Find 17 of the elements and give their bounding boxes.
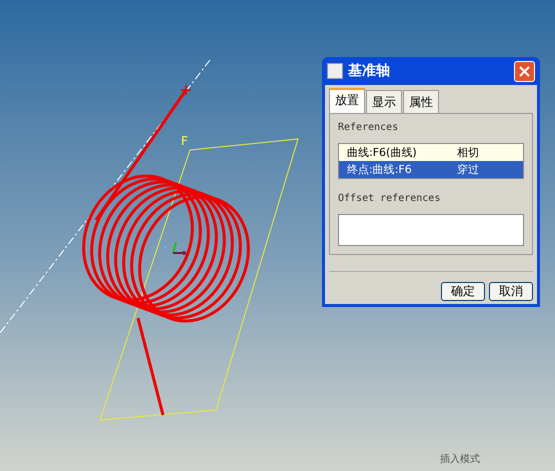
offset-list[interactable] <box>338 214 524 246</box>
close-icon <box>519 66 530 76</box>
status-text: 插入模式 <box>440 452 480 466</box>
list-row[interactable]: 终点:曲线:F6 穿过 <box>339 161 523 178</box>
dialog-button[interactable]: 取消 <box>489 282 533 301</box>
section-label: References <box>338 122 400 133</box>
window-icon <box>327 63 343 79</box>
dialog-button[interactable]: 确定 <box>441 282 485 301</box>
close-button[interactable] <box>514 60 535 82</box>
tab[interactable]: 属性 <box>403 90 439 113</box>
window-title: 基准轴 <box>348 62 391 80</box>
section-label: Offset references <box>338 193 442 204</box>
tab[interactable]: 显示 <box>366 90 402 113</box>
list-row[interactable]: 曲线:F6(曲线) 相切 <box>339 144 523 161</box>
tab[interactable]: 放置 <box>329 88 365 113</box>
plane-label: F <box>181 134 188 148</box>
coordinate-icon <box>164 242 186 255</box>
